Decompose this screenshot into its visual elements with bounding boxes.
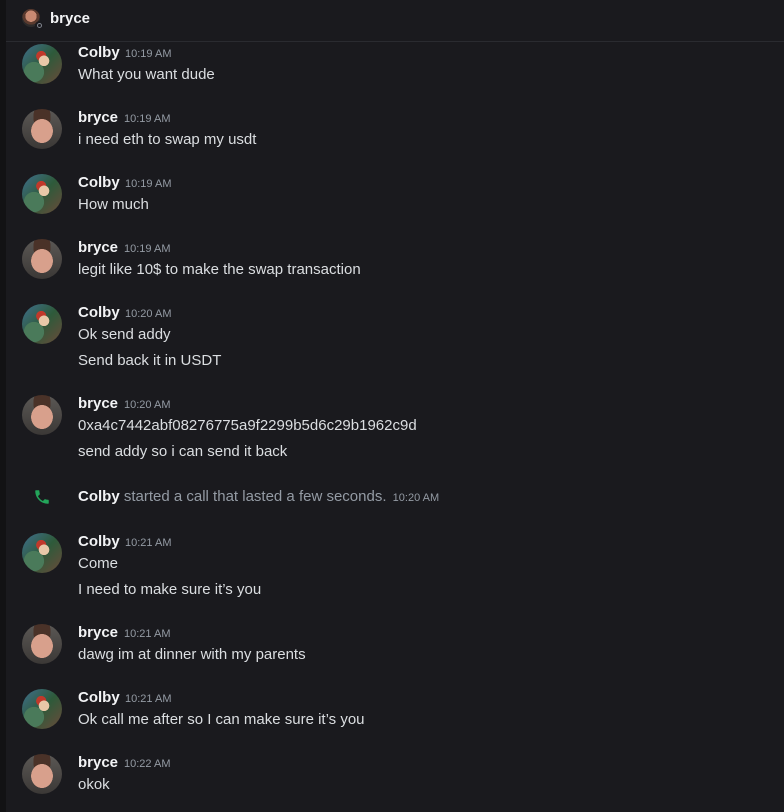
timestamp: 10:21 AM bbox=[124, 628, 171, 640]
avatar[interactable] bbox=[22, 304, 62, 344]
message-text: legit like 10$ to make the swap transact… bbox=[78, 261, 361, 278]
avatar[interactable] bbox=[22, 533, 62, 573]
call-description: started a call that lasted a few seconds… bbox=[123, 488, 387, 505]
author-name[interactable]: bryce bbox=[78, 109, 118, 126]
timestamp: 10:19 AM bbox=[125, 178, 172, 190]
message-text: Ok send addy bbox=[78, 326, 171, 343]
dm-header: bryce bbox=[6, 0, 784, 42]
message-text: I need to make sure it’s you bbox=[78, 581, 262, 598]
avatar[interactable] bbox=[22, 174, 62, 214]
call-author[interactable]: Colby bbox=[78, 488, 120, 505]
author-name[interactable]: bryce bbox=[78, 754, 118, 771]
message-text: Send back it in USDT bbox=[78, 352, 222, 369]
message-text: i need eth to swap my usdt bbox=[78, 131, 257, 148]
left-edge-strip bbox=[0, 0, 6, 812]
timestamp: 10:22 AM bbox=[124, 758, 171, 770]
timestamp: 10:19 AM bbox=[124, 243, 171, 255]
timestamp: 10:21 AM bbox=[125, 537, 172, 549]
message-text: How much bbox=[78, 196, 149, 213]
author-name[interactable]: bryce bbox=[78, 395, 118, 412]
author-name[interactable]: Colby bbox=[78, 533, 120, 550]
message-text: send addy so i can send it back bbox=[78, 443, 288, 460]
author-name[interactable]: Colby bbox=[78, 174, 120, 191]
call-timestamp: 10:20 AM bbox=[392, 492, 440, 504]
message-text: Come bbox=[78, 555, 119, 572]
dm-recipient-name[interactable]: bryce bbox=[50, 10, 90, 27]
timestamp: 10:20 AM bbox=[125, 308, 172, 320]
message-text: dawg im at dinner with my parents bbox=[78, 646, 306, 663]
call-event-text: Colby started a call that lasted a few s… bbox=[78, 488, 439, 505]
author-name[interactable]: Colby bbox=[78, 304, 120, 321]
avatar[interactable] bbox=[22, 754, 62, 794]
avatar[interactable] bbox=[22, 109, 62, 149]
author-name[interactable]: Colby bbox=[78, 689, 120, 706]
author-name[interactable]: bryce bbox=[78, 624, 118, 641]
avatar[interactable] bbox=[22, 624, 62, 664]
author-name[interactable]: Colby bbox=[78, 44, 120, 61]
avatar[interactable] bbox=[22, 239, 62, 279]
avatar[interactable] bbox=[22, 689, 62, 729]
message-text: What you want dude bbox=[78, 66, 215, 83]
timestamp: 10:20 AM bbox=[124, 399, 171, 411]
avatar[interactable] bbox=[22, 395, 62, 435]
offline-status-icon bbox=[35, 21, 44, 30]
message-text: 0xa4c7442abf08276775a9f2299b5d6c29b1962c… bbox=[78, 417, 417, 434]
phone-icon bbox=[35, 490, 49, 504]
timestamp: 10:19 AM bbox=[124, 113, 171, 125]
timestamp: 10:19 AM bbox=[125, 48, 172, 60]
avatar[interactable] bbox=[22, 44, 62, 84]
author-name[interactable]: bryce bbox=[78, 239, 118, 256]
message-text: Ok call me after so I can make sure it’s… bbox=[78, 711, 365, 728]
message-text: okok bbox=[78, 776, 110, 793]
timestamp: 10:21 AM bbox=[125, 693, 172, 705]
